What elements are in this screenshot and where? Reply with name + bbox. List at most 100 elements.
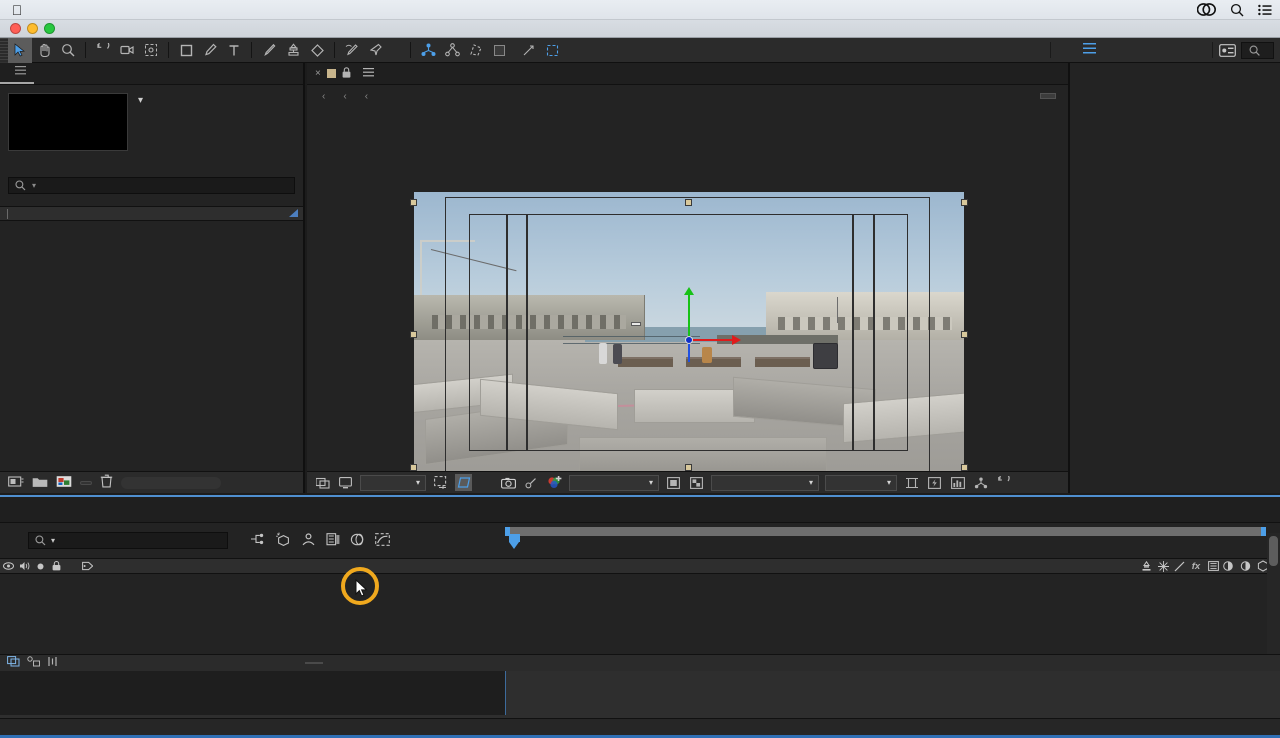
bbox-handle-tc[interactable] xyxy=(685,199,692,206)
spotlight-search-icon[interactable] xyxy=(1230,3,1244,17)
tab-vr-comp-editor[interactable] xyxy=(34,77,50,84)
live-update-icon[interactable] xyxy=(250,533,265,549)
bbox-handle-tl[interactable] xyxy=(410,199,417,206)
timeline-current-time[interactable] xyxy=(0,523,14,558)
shape-tool[interactable] xyxy=(174,38,198,63)
choose-grid-guides-icon[interactable] xyxy=(432,474,449,491)
bbox-handle-br[interactable] xyxy=(961,464,968,471)
snapping-checkbox[interactable] xyxy=(494,44,505,56)
minimize-window-button[interactable] xyxy=(27,23,38,34)
maximize-window-button[interactable] xyxy=(44,23,55,34)
snap-to-grid-icon[interactable] xyxy=(516,38,540,63)
type-tool[interactable] xyxy=(222,38,246,63)
preview-dropdown-icon[interactable]: ▾ xyxy=(138,95,143,106)
vr-rig-tool[interactable] xyxy=(416,38,440,63)
resolution-dropdown[interactable]: ▾ xyxy=(569,474,659,491)
project-search-input[interactable]: ▾ xyxy=(8,177,295,194)
timeline-search-input[interactable]: ▾ xyxy=(28,532,228,549)
scrollbar-thumb[interactable] xyxy=(1269,536,1278,566)
view-layout-dropdown[interactable]: ▾ xyxy=(825,474,897,491)
composition-viewer[interactable] xyxy=(410,192,968,477)
selection-tool[interactable] xyxy=(8,37,32,63)
renderer-button[interactable] xyxy=(1040,93,1056,99)
workspace-menu-icon[interactable] xyxy=(1083,43,1096,57)
pen-tool[interactable] xyxy=(198,38,222,63)
camera-view-dropdown[interactable]: ▾ xyxy=(711,474,819,491)
zoom-tool[interactable] xyxy=(56,38,80,63)
always-preview-this-view-icon[interactable] xyxy=(314,474,331,491)
project-item-list[interactable] xyxy=(0,221,303,437)
creative-cloud-icon[interactable] xyxy=(1197,3,1216,16)
motion-blur-icon[interactable] xyxy=(350,533,365,549)
panel-menu-icon[interactable] xyxy=(15,66,26,78)
puppet-overlap-tool[interactable] xyxy=(464,38,488,63)
show-snapshot-icon[interactable] xyxy=(523,474,540,491)
camera-tool[interactable] xyxy=(115,38,139,63)
pixel-aspect-correction-icon[interactable] xyxy=(903,474,920,491)
delete-icon[interactable] xyxy=(100,474,113,491)
puppet-starch-tool[interactable] xyxy=(440,38,464,63)
tab-project[interactable] xyxy=(0,63,34,84)
frame-blending-icon[interactable] xyxy=(326,532,340,549)
transparency-grid-icon[interactable] xyxy=(688,474,705,491)
pan-behind-tool[interactable] xyxy=(139,38,163,63)
timeline-zoom-out-icon[interactable] xyxy=(7,656,20,670)
show-channel-icon[interactable] xyxy=(546,474,563,491)
close-tab-icon[interactable]: × xyxy=(315,68,321,79)
new-composition-icon[interactable] xyxy=(56,475,72,491)
current-time-indicator[interactable] xyxy=(509,534,520,549)
puppet-pin-tool[interactable] xyxy=(364,38,388,63)
timeline-ruler[interactable] xyxy=(505,523,1280,559)
interpret-footage-icon[interactable] xyxy=(8,475,24,491)
axis-x-red[interactable] xyxy=(689,335,741,345)
composition-viewer-stage[interactable] xyxy=(307,107,1068,477)
fast-previews-icon[interactable] xyxy=(926,474,943,491)
region-of-interest-icon[interactable] xyxy=(665,474,682,491)
column-sort-icon[interactable] xyxy=(289,208,298,220)
hand-tool[interactable] xyxy=(32,38,56,63)
timeline-zoom-bar[interactable] xyxy=(505,527,1266,536)
workspace-settings-icon[interactable] xyxy=(1213,38,1241,63)
apple-logo-icon[interactable]:  xyxy=(0,2,34,18)
snap-bounds-icon[interactable] xyxy=(540,38,564,63)
graph-editor-icon[interactable] xyxy=(375,532,390,549)
project-thumbnail[interactable] xyxy=(8,93,128,151)
composition-footer-toolbar: ▾ ▾ ▾ ▾ xyxy=(307,471,1068,493)
bit-depth-button[interactable] xyxy=(80,480,92,485)
bbox-handle-ml[interactable] xyxy=(410,331,417,338)
take-snapshot-icon[interactable] xyxy=(500,474,517,491)
rotation-tool[interactable] xyxy=(91,38,115,63)
roto-brush-tool[interactable] xyxy=(340,38,364,63)
clone-stamp-tool[interactable] xyxy=(281,38,305,63)
magnification-dropdown[interactable]: ▾ xyxy=(360,474,426,491)
composition-panel-menu-icon[interactable] xyxy=(362,67,374,80)
axis-y-green[interactable] xyxy=(684,287,694,340)
bbox-handle-tr[interactable] xyxy=(961,199,968,206)
timeline-button-icon[interactable] xyxy=(949,474,966,491)
timeline-comp-flowchart-icon[interactable] xyxy=(27,656,40,670)
bbox-handle-bc[interactable] xyxy=(685,464,692,471)
timeline-vertical-scrollbar[interactable] xyxy=(1267,533,1280,654)
comp-flowchart-icon[interactable] xyxy=(972,474,989,491)
project-column-header[interactable] xyxy=(0,206,303,221)
notification-center-icon[interactable] xyxy=(1258,4,1272,16)
snapping-control[interactable] xyxy=(488,44,516,56)
eraser-tool[interactable] xyxy=(305,38,329,63)
reset-exposure-icon[interactable] xyxy=(995,474,1012,491)
cti-head[interactable] xyxy=(509,534,520,542)
timeline-brainstorm-icon[interactable] xyxy=(47,656,58,670)
hide-shy-layers-icon[interactable] xyxy=(301,532,316,549)
close-window-button[interactable] xyxy=(10,23,21,34)
search-help-field[interactable] xyxy=(1241,41,1274,59)
new-folder-icon[interactable] xyxy=(32,475,48,491)
toolbar-drag-handle[interactable] xyxy=(0,37,8,63)
toggle-switches-modes-button[interactable] xyxy=(305,662,323,664)
bbox-handle-mr[interactable] xyxy=(961,331,968,338)
anchor-point[interactable] xyxy=(685,336,693,344)
toggle-mask-shape-visibility-icon[interactable] xyxy=(455,474,472,491)
main-viewer-icon[interactable] xyxy=(337,474,354,491)
draft-3d-icon[interactable] xyxy=(275,532,291,549)
brush-tool[interactable] xyxy=(257,38,281,63)
lock-icon[interactable] xyxy=(342,66,351,81)
bbox-handle-bl[interactable] xyxy=(410,464,417,471)
